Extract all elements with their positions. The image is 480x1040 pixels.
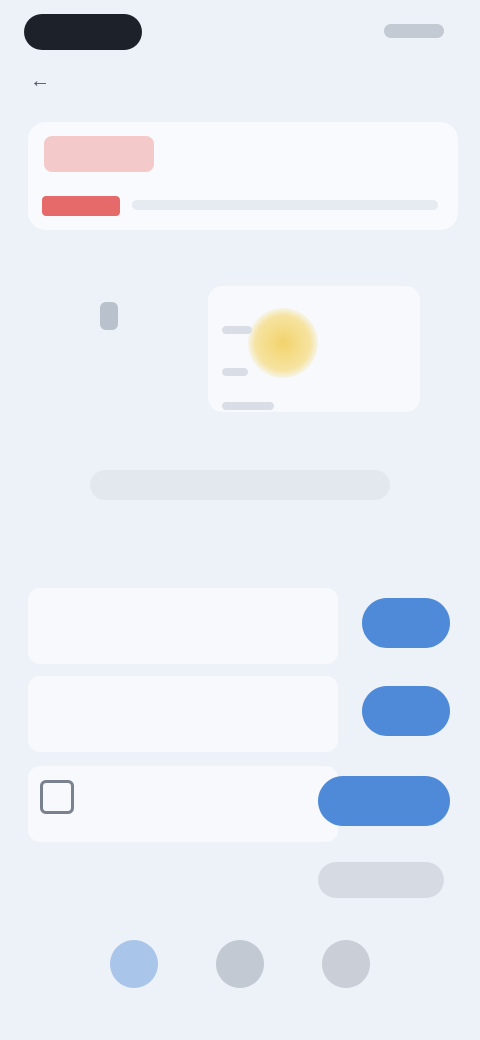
status-bar [0, 0, 480, 64]
profile-icon[interactable] [322, 940, 370, 988]
summary-text-line [132, 200, 438, 210]
weather-text-line [222, 402, 274, 410]
weather-text-line [222, 368, 248, 376]
list-item-background [28, 588, 338, 664]
footer-row [28, 856, 458, 902]
alert-badge [42, 196, 120, 216]
list-item[interactable] [28, 676, 458, 752]
list-item[interactable] [28, 766, 458, 842]
tab-bar [0, 930, 480, 1010]
list-item-action-button[interactable] [362, 686, 450, 736]
search-icon[interactable] [216, 940, 264, 988]
list-item-action-button[interactable] [318, 776, 450, 826]
list-item[interactable] [28, 588, 458, 664]
back-arrow-icon[interactable]: ← [30, 70, 52, 92]
location-icon [100, 302, 118, 330]
divider-bar [90, 470, 390, 500]
footer-button[interactable] [318, 862, 444, 898]
home-icon[interactable] [110, 940, 158, 988]
status-time-pill [24, 14, 142, 50]
weather-location [92, 266, 202, 336]
list-item-background [28, 676, 338, 752]
summary-tag [44, 136, 154, 172]
list-item-background [28, 766, 338, 842]
status-icons [384, 24, 444, 38]
sun-icon [248, 308, 318, 378]
weather-card[interactable] [208, 286, 420, 412]
weather-text-line [222, 326, 252, 334]
list-item-action-button[interactable] [362, 598, 450, 648]
summary-card[interactable] [28, 122, 458, 230]
weather-block [92, 266, 422, 416]
calendar-icon [40, 780, 74, 814]
